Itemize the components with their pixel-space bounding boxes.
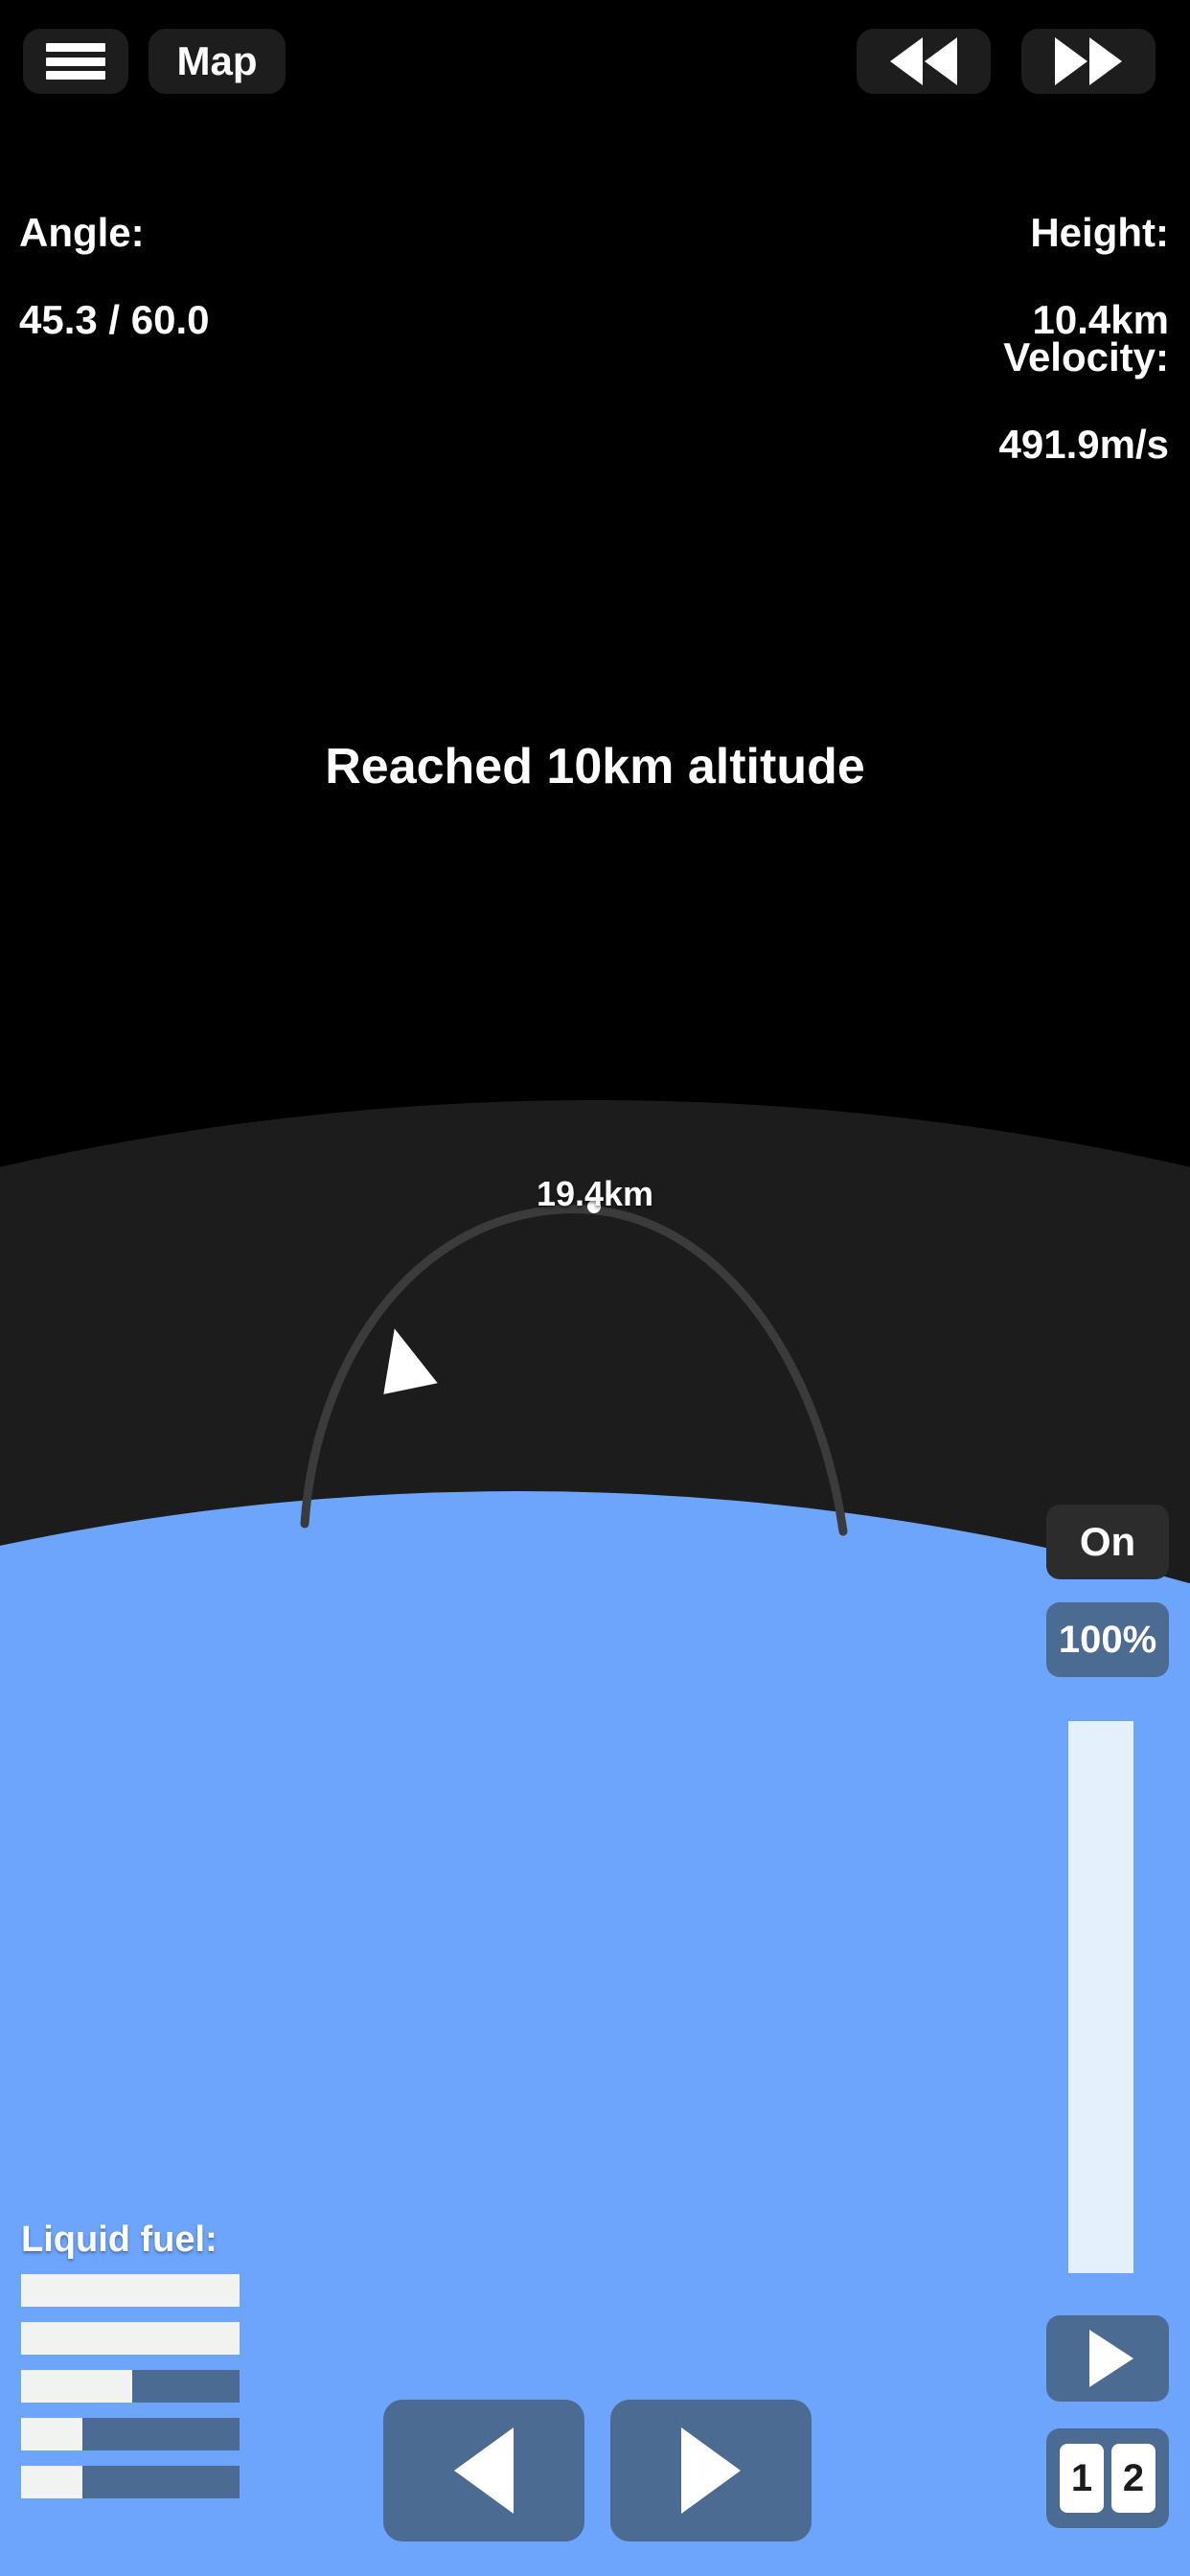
fuel-bar-level	[21, 2274, 240, 2307]
rotate-left-button[interactable]	[383, 2400, 584, 2542]
fuel-bar-level	[21, 2466, 82, 2498]
stage-chip-1[interactable]: 1	[1060, 2444, 1104, 2513]
angle-value: 45.3 / 60.0	[19, 297, 210, 343]
launch-stage-button[interactable]	[1046, 2315, 1169, 2402]
fuel-bar	[21, 2418, 240, 2450]
rotate-right-icon	[681, 2427, 741, 2514]
throttle-slider[interactable]	[1068, 1721, 1133, 2273]
fuel-bar-level	[21, 2322, 240, 2355]
fuel-bar-level	[21, 2370, 133, 2403]
engine-power-label: On	[1079, 1519, 1136, 1564]
throttle-percent-label: 100%	[1058, 1618, 1157, 1661]
menu-button[interactable]	[23, 29, 128, 94]
engine-power-toggle[interactable]: On	[1046, 1505, 1169, 1579]
velocity-label: Velocity:	[1003, 334, 1169, 380]
fuel-bar	[21, 2322, 240, 2355]
fast-forward-icon	[1055, 37, 1122, 85]
throttle-percent-button[interactable]: 100%	[1046, 1602, 1169, 1677]
fuel-panel: Liquid fuel:	[21, 2220, 251, 2514]
play-icon	[1089, 2330, 1133, 2387]
notification-message: Reached 10km altitude	[325, 739, 865, 794]
angle-label: Angle:	[19, 210, 145, 256]
height-label: Height:	[1030, 210, 1169, 256]
apoapsis-altitude-label: 19.4km	[536, 1174, 654, 1213]
stage-chip-2[interactable]: 2	[1111, 2444, 1156, 2513]
throttle-slider-fill	[1068, 1721, 1133, 2273]
angle-readout: Angle: 45.3 / 60.0	[19, 168, 210, 385]
fuel-panel-title: Liquid fuel:	[21, 2220, 217, 2260]
rotate-right-button[interactable]	[610, 2400, 812, 2542]
velocity-readout: Velocity: 491.9m/s	[999, 292, 1169, 510]
rewind-icon	[890, 37, 957, 85]
fuel-bar-list	[21, 2274, 251, 2498]
fuel-bar	[21, 2370, 240, 2403]
game-screen: Map Angle: 45.3 / 60.0 Height: 10.4km Ve…	[0, 0, 1190, 2576]
fast-forward-button[interactable]	[1021, 29, 1156, 94]
rewind-button[interactable]	[857, 29, 991, 94]
fuel-bar	[21, 2466, 240, 2498]
map-button-label: Map	[176, 38, 258, 83]
fuel-bar-level	[21, 2418, 82, 2450]
map-button[interactable]: Map	[149, 29, 286, 94]
hamburger-menu-icon	[46, 43, 105, 80]
stage-list[interactable]: 1 2	[1046, 2428, 1169, 2528]
rotate-left-icon	[454, 2427, 514, 2514]
velocity-value: 491.9m/s	[998, 422, 1169, 468]
fuel-bar	[21, 2274, 240, 2307]
